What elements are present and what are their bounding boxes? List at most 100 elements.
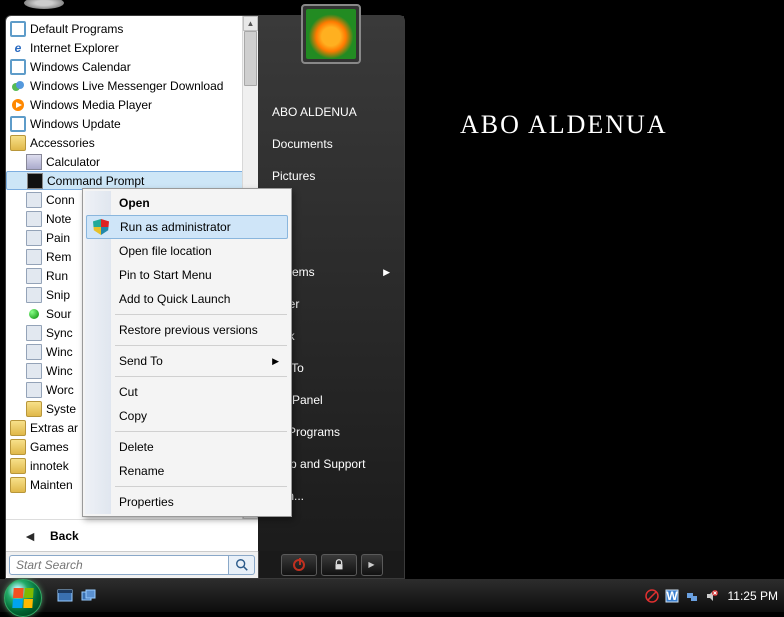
context-separator — [115, 314, 287, 315]
context-item-label: Cut — [119, 385, 138, 399]
program-label: Internet Explorer — [30, 41, 119, 55]
program-label: Sour — [46, 307, 71, 321]
context-menu-item[interactable]: Open file location — [85, 239, 289, 263]
back-button[interactable]: ◄ Back — [6, 519, 258, 551]
power-icon — [293, 559, 305, 571]
context-menu-item[interactable]: Rename — [85, 459, 289, 483]
program-item[interactable]: Default Programs — [6, 19, 258, 38]
context-menu-item[interactable]: Run as administrator — [86, 215, 288, 239]
program-label: Mainten — [30, 478, 73, 492]
program-label: innotek — [30, 459, 69, 473]
right-pane-label: Pictures — [272, 169, 315, 183]
context-menu-item[interactable]: Add to Quick Launch — [85, 287, 289, 311]
context-menu: Open Run as administrator Open file locati… — [82, 188, 292, 517]
context-item-label: Properties — [119, 495, 174, 509]
uac-shield-icon — [93, 219, 109, 235]
program-item[interactable]: Windows Calendar — [6, 57, 258, 76]
power-options-arrow[interactable]: ▶ — [361, 554, 383, 576]
program-item[interactable]: eInternet Explorer — [6, 38, 258, 57]
context-menu-item[interactable]: Send To ▶ — [85, 349, 289, 373]
program-label: Accessories — [30, 136, 95, 150]
context-menu-item[interactable]: Delete — [85, 435, 289, 459]
clock[interactable]: 11:25 PM — [728, 589, 778, 603]
program-item[interactable]: Windows Media Player — [6, 95, 258, 114]
submenu-arrow-icon: ▶ — [272, 356, 279, 367]
context-menu-item[interactable]: Cut — [85, 380, 289, 404]
context-item-label: Delete — [119, 440, 154, 454]
taskbar: W 11:25 PM — [0, 579, 784, 612]
drive-icon — [24, 0, 64, 9]
back-arrow-icon: ◄ — [22, 528, 38, 544]
context-item-label: Run as administrator — [120, 220, 231, 234]
program-label: Sync — [46, 326, 73, 340]
program-label: Windows Media Player — [30, 98, 152, 112]
program-label: Conn — [46, 193, 75, 207]
scroll-thumb[interactable] — [244, 31, 257, 86]
power-controls: ▶ — [258, 551, 404, 578]
program-label: Windows Update — [30, 117, 121, 131]
context-separator — [115, 431, 287, 432]
program-label: Rem — [46, 250, 71, 264]
svg-text:W: W — [666, 589, 678, 603]
program-label: Worc — [46, 383, 74, 397]
context-item-label: Send To — [119, 354, 163, 368]
tray-volume-icon[interactable] — [704, 588, 720, 604]
right-pane-item[interactable]: Documents — [258, 128, 404, 160]
program-item[interactable]: Calculator — [6, 152, 258, 171]
context-menu-item[interactable]: Copy — [85, 404, 289, 428]
context-menu-item[interactable]: Open — [85, 191, 289, 215]
switch-windows-button[interactable] — [78, 585, 100, 607]
desktop-wallpaper-text: ABO ALDENUA — [460, 110, 668, 140]
context-menu-item[interactable]: Restore previous versions — [85, 318, 289, 342]
context-separator — [115, 345, 287, 346]
tray-network-icon[interactable] — [684, 588, 700, 604]
program-item[interactable]: Windows Live Messenger Download — [6, 76, 258, 95]
context-separator — [115, 376, 287, 377]
program-label: Calculator — [46, 155, 100, 169]
windows-logo-icon — [12, 588, 33, 608]
back-label: Back — [50, 529, 79, 543]
program-label: Snip — [46, 288, 70, 302]
program-label: Command Prompt — [47, 174, 144, 188]
right-pane-label: Documents — [272, 137, 333, 151]
lock-icon — [332, 558, 346, 572]
context-menu-item[interactable]: Pin to Start Menu — [85, 263, 289, 287]
user-avatar[interactable] — [301, 4, 361, 64]
program-label: Winc — [46, 364, 73, 378]
context-item-label: Rename — [119, 464, 164, 478]
context-item-label: Copy — [119, 409, 147, 423]
program-label: Default Programs — [30, 22, 123, 36]
program-label: Winc — [46, 345, 73, 359]
avatar-image — [306, 9, 356, 59]
program-label: Note — [46, 212, 71, 226]
program-label: Run — [46, 269, 68, 283]
search-input[interactable] — [9, 555, 229, 575]
context-item-label: Add to Quick Launch — [119, 292, 230, 306]
program-label: Syste — [46, 402, 76, 416]
power-button[interactable] — [281, 554, 317, 576]
quick-launch — [54, 585, 100, 607]
user-name[interactable]: ABO ALDENUA — [258, 96, 404, 128]
program-item[interactable]: Windows Update — [6, 114, 258, 133]
context-separator — [115, 486, 287, 487]
scroll-up-arrow[interactable]: ▲ — [243, 16, 258, 31]
lock-button[interactable] — [321, 554, 357, 576]
context-item-label: Open file location — [119, 244, 212, 258]
program-label: Extras ar — [30, 421, 78, 435]
system-tray: W — [644, 588, 720, 604]
context-item-label: Open — [119, 196, 150, 210]
context-item-label: Restore previous versions — [119, 323, 258, 337]
program-label: Pain — [46, 231, 70, 245]
tray-blocked-icon[interactable] — [644, 588, 660, 604]
context-menu-item[interactable]: Properties — [85, 490, 289, 514]
start-button[interactable] — [4, 579, 42, 617]
program-item[interactable]: Accessories — [6, 133, 258, 152]
context-item-label: Pin to Start Menu — [119, 268, 212, 282]
program-label: Windows Live Messenger Download — [30, 79, 223, 93]
program-label: Games — [30, 440, 69, 454]
program-label: Windows Calendar — [30, 60, 131, 74]
search-icon[interactable] — [229, 555, 255, 575]
tray-app-icon[interactable]: W — [664, 588, 680, 604]
search-box — [6, 551, 258, 578]
show-desktop-button[interactable] — [54, 585, 76, 607]
